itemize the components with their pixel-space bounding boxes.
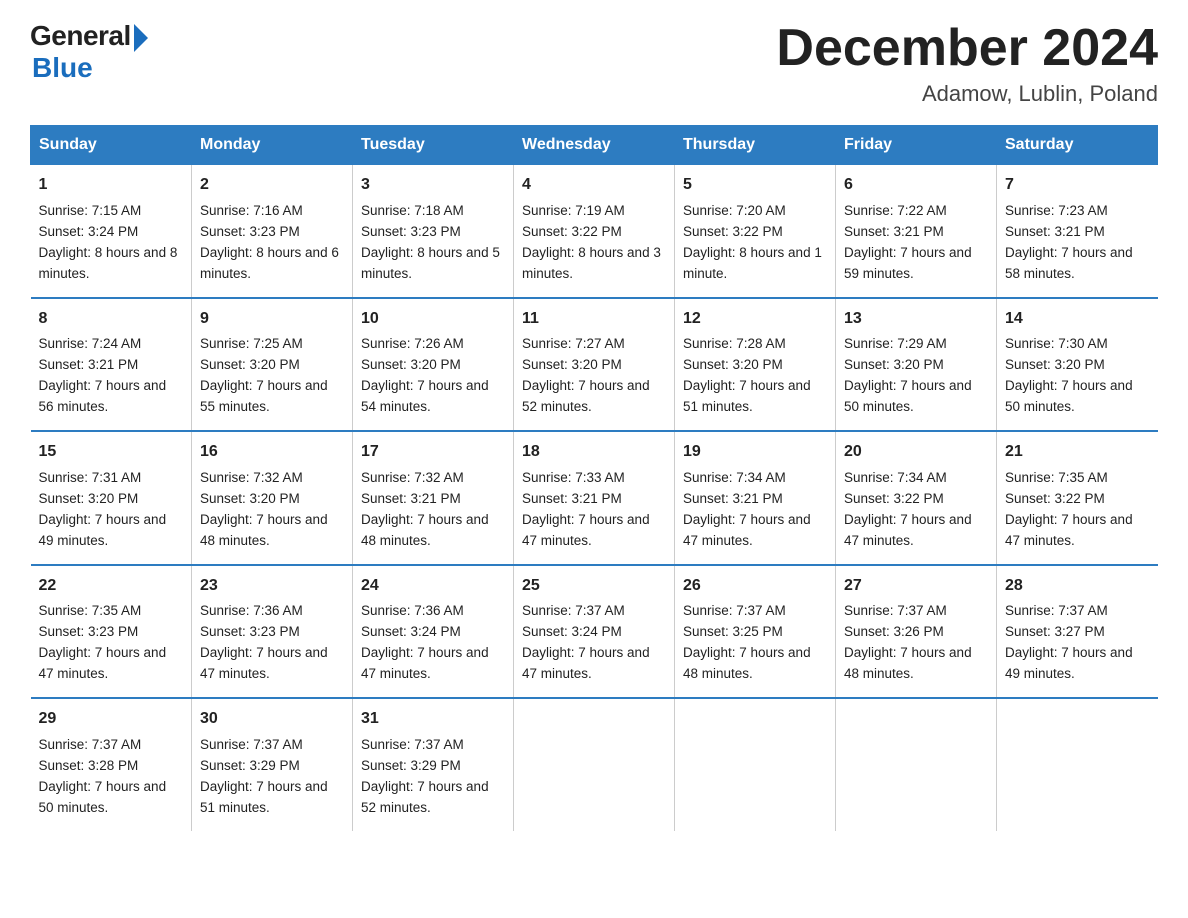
day-number: 25 [522,574,666,599]
day-number: 6 [844,173,988,198]
day-number: 2 [200,173,344,198]
logo-blue-text: Blue [32,52,93,84]
header-saturday: Saturday [997,126,1158,165]
calendar-cell: 23Sunrise: 7:36 AMSunset: 3:23 PMDayligh… [192,565,353,698]
calendar-cell [836,698,997,830]
calendar-table: SundayMondayTuesdayWednesdayThursdayFrid… [30,125,1158,830]
calendar-cell: 3Sunrise: 7:18 AMSunset: 3:23 PMDaylight… [353,165,514,298]
calendar-cell [514,698,675,830]
day-number: 5 [683,173,827,198]
calendar-header-row: SundayMondayTuesdayWednesdayThursdayFrid… [31,126,1158,165]
day-number: 3 [361,173,505,198]
day-number: 9 [200,307,344,332]
location: Adamow, Lublin, Poland [776,81,1158,107]
calendar-cell: 9Sunrise: 7:25 AMSunset: 3:20 PMDaylight… [192,298,353,431]
calendar-cell: 24Sunrise: 7:36 AMSunset: 3:24 PMDayligh… [353,565,514,698]
day-number: 8 [39,307,184,332]
day-number: 19 [683,440,827,465]
header-tuesday: Tuesday [353,126,514,165]
day-number: 23 [200,574,344,599]
day-number: 18 [522,440,666,465]
calendar-cell: 20Sunrise: 7:34 AMSunset: 3:22 PMDayligh… [836,431,997,564]
calendar-cell: 29Sunrise: 7:37 AMSunset: 3:28 PMDayligh… [31,698,192,830]
calendar-cell: 21Sunrise: 7:35 AMSunset: 3:22 PMDayligh… [997,431,1158,564]
day-number: 26 [683,574,827,599]
logo-triangle-icon [134,24,148,52]
title-block: December 2024 Adamow, Lublin, Poland [776,20,1158,107]
day-number: 14 [1005,307,1150,332]
header-monday: Monday [192,126,353,165]
day-number: 1 [39,173,184,198]
calendar-week-row: 15Sunrise: 7:31 AMSunset: 3:20 PMDayligh… [31,431,1158,564]
day-number: 11 [522,307,666,332]
day-number: 15 [39,440,184,465]
page-header: General Blue December 2024 Adamow, Lubli… [30,20,1158,107]
day-number: 31 [361,707,505,732]
calendar-cell: 5Sunrise: 7:20 AMSunset: 3:22 PMDaylight… [675,165,836,298]
calendar-cell: 7Sunrise: 7:23 AMSunset: 3:21 PMDaylight… [997,165,1158,298]
day-number: 10 [361,307,505,332]
calendar-cell: 17Sunrise: 7:32 AMSunset: 3:21 PMDayligh… [353,431,514,564]
day-number: 7 [1005,173,1150,198]
day-number: 24 [361,574,505,599]
calendar-cell: 13Sunrise: 7:29 AMSunset: 3:20 PMDayligh… [836,298,997,431]
day-number: 22 [39,574,184,599]
logo: General Blue [30,20,148,84]
calendar-cell: 1Sunrise: 7:15 AMSunset: 3:24 PMDaylight… [31,165,192,298]
calendar-cell: 27Sunrise: 7:37 AMSunset: 3:26 PMDayligh… [836,565,997,698]
day-number: 13 [844,307,988,332]
logo-general-text: General [30,20,131,52]
calendar-cell: 8Sunrise: 7:24 AMSunset: 3:21 PMDaylight… [31,298,192,431]
calendar-cell [997,698,1158,830]
calendar-cell: 18Sunrise: 7:33 AMSunset: 3:21 PMDayligh… [514,431,675,564]
calendar-week-row: 22Sunrise: 7:35 AMSunset: 3:23 PMDayligh… [31,565,1158,698]
day-number: 16 [200,440,344,465]
calendar-cell: 28Sunrise: 7:37 AMSunset: 3:27 PMDayligh… [997,565,1158,698]
calendar-cell: 12Sunrise: 7:28 AMSunset: 3:20 PMDayligh… [675,298,836,431]
calendar-cell: 14Sunrise: 7:30 AMSunset: 3:20 PMDayligh… [997,298,1158,431]
day-number: 28 [1005,574,1150,599]
calendar-cell: 25Sunrise: 7:37 AMSunset: 3:24 PMDayligh… [514,565,675,698]
header-wednesday: Wednesday [514,126,675,165]
calendar-cell: 30Sunrise: 7:37 AMSunset: 3:29 PMDayligh… [192,698,353,830]
header-friday: Friday [836,126,997,165]
header-sunday: Sunday [31,126,192,165]
day-number: 17 [361,440,505,465]
month-title: December 2024 [776,20,1158,77]
calendar-cell: 16Sunrise: 7:32 AMSunset: 3:20 PMDayligh… [192,431,353,564]
day-number: 20 [844,440,988,465]
calendar-cell [675,698,836,830]
calendar-week-row: 8Sunrise: 7:24 AMSunset: 3:21 PMDaylight… [31,298,1158,431]
day-number: 29 [39,707,184,732]
day-number: 4 [522,173,666,198]
day-number: 21 [1005,440,1150,465]
calendar-cell: 19Sunrise: 7:34 AMSunset: 3:21 PMDayligh… [675,431,836,564]
calendar-week-row: 29Sunrise: 7:37 AMSunset: 3:28 PMDayligh… [31,698,1158,830]
calendar-cell: 26Sunrise: 7:37 AMSunset: 3:25 PMDayligh… [675,565,836,698]
calendar-cell: 31Sunrise: 7:37 AMSunset: 3:29 PMDayligh… [353,698,514,830]
calendar-cell: 2Sunrise: 7:16 AMSunset: 3:23 PMDaylight… [192,165,353,298]
calendar-cell: 4Sunrise: 7:19 AMSunset: 3:22 PMDaylight… [514,165,675,298]
calendar-cell: 11Sunrise: 7:27 AMSunset: 3:20 PMDayligh… [514,298,675,431]
calendar-cell: 15Sunrise: 7:31 AMSunset: 3:20 PMDayligh… [31,431,192,564]
calendar-cell: 22Sunrise: 7:35 AMSunset: 3:23 PMDayligh… [31,565,192,698]
day-number: 12 [683,307,827,332]
day-number: 30 [200,707,344,732]
day-number: 27 [844,574,988,599]
calendar-week-row: 1Sunrise: 7:15 AMSunset: 3:24 PMDaylight… [31,165,1158,298]
calendar-cell: 10Sunrise: 7:26 AMSunset: 3:20 PMDayligh… [353,298,514,431]
calendar-cell: 6Sunrise: 7:22 AMSunset: 3:21 PMDaylight… [836,165,997,298]
header-thursday: Thursday [675,126,836,165]
